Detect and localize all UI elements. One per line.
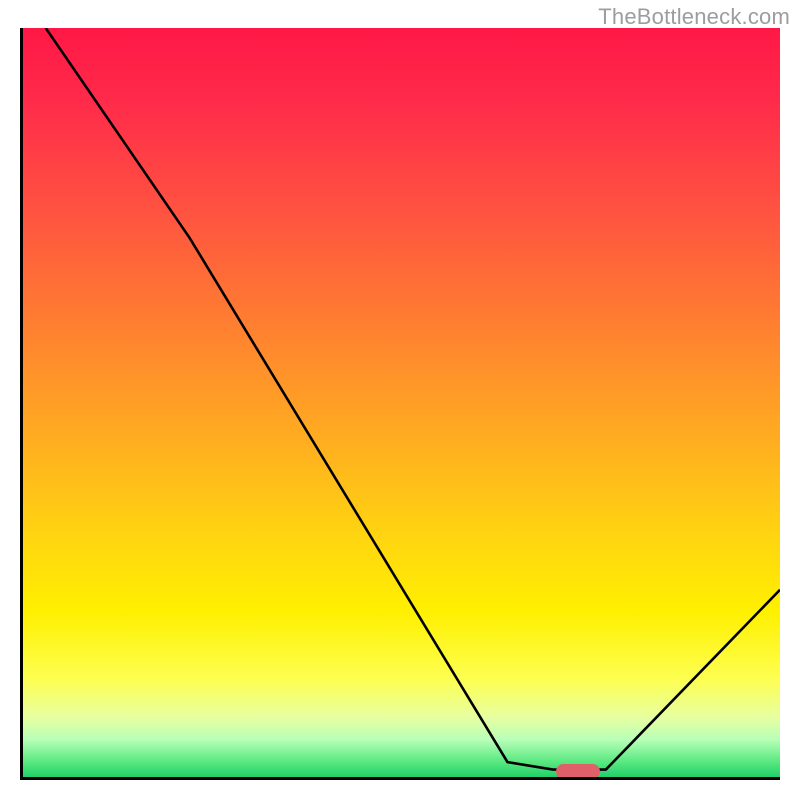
line-chart <box>23 28 780 777</box>
plot-area <box>20 28 780 780</box>
optimal-marker <box>556 764 600 779</box>
chart-container: TheBottleneck.com <box>0 0 800 800</box>
bottleneck-curve-path <box>46 28 780 770</box>
watermark-text: TheBottleneck.com <box>598 4 790 30</box>
